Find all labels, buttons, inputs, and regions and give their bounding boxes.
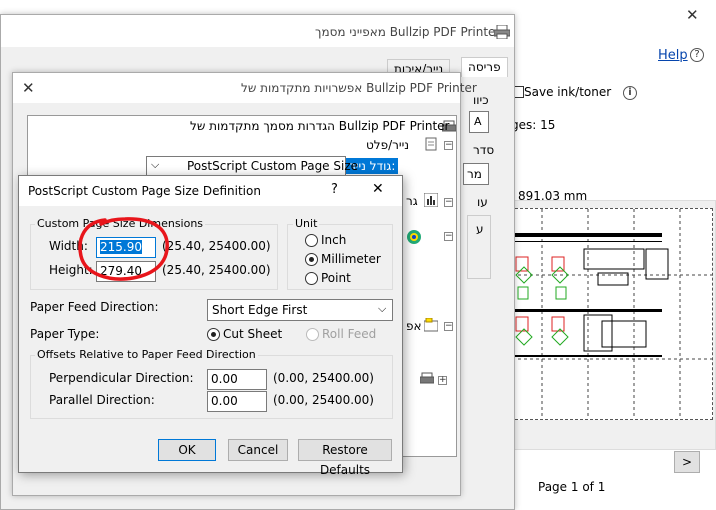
tab-layout[interactable]: פריסה <box>461 57 508 77</box>
portrait-icon: A <box>474 115 482 128</box>
postscript-custom-page-size-dialog: PostScript Custom Page Size Definition ?… <box>18 175 403 477</box>
printer-features-icon <box>420 372 434 384</box>
offsets-group-label: Offsets Relative to Paper Feed Direction <box>35 348 258 361</box>
color-icon <box>407 230 421 244</box>
info-icon[interactable]: i <box>623 86 637 100</box>
advanced-options-title: אפשרויות מתקדמות של Bullzip PDF Printer <box>241 81 477 95</box>
tree-options-label-partial[interactable]: אפ <box>406 319 422 333</box>
paper-size-value: PostScript Custom Page Size <box>187 159 359 173</box>
parallel-range: (0.00, 25400.00) <box>273 393 374 407</box>
document-properties-title: מאפייני מסמך Bullzip PDF Printer <box>315 25 501 39</box>
next-page-button[interactable]: > <box>674 451 700 473</box>
height-range: (25.40, 25400.00) <box>162 263 271 277</box>
paper-type-label: Paper Type: <box>30 327 100 341</box>
printer-icon <box>494 25 510 39</box>
background-close-icon[interactable]: ✕ <box>686 6 699 24</box>
width-range: (25.40, 25400.00) <box>162 239 271 253</box>
dialog-close-icon[interactable]: ✕ <box>372 181 384 197</box>
paper-type-roll-feed-radio[interactable] <box>306 328 319 341</box>
perpendicular-value: 0.00 <box>211 372 238 386</box>
save-ink-label: Save ink/toner <box>524 85 612 99</box>
document-properties-titlebar: מאפייני מסמך Bullzip PDF Printer <box>1 15 514 47</box>
unit-group-label: Unit <box>293 217 320 230</box>
unit-inch-radio[interactable] <box>305 234 318 247</box>
cancel-button[interactable]: Cancel <box>228 439 288 461</box>
unit-inch-label: Inch <box>321 233 347 247</box>
tree-collapse-icon[interactable]: − <box>444 322 453 331</box>
unit-point-radio[interactable] <box>305 272 318 285</box>
chevron-down-icon: ⌵ <box>378 302 387 315</box>
paper-size-select[interactable]: ⌵ PostScript Custom Page Size <box>146 156 358 176</box>
pages-per-sheet-group: ע <box>467 215 491 279</box>
feed-direction-value: Short Edge First <box>212 303 308 317</box>
paper-type-cut-sheet-radio[interactable] <box>207 328 220 341</box>
help-question-icon[interactable]: ? <box>331 182 338 197</box>
ok-button[interactable]: OK <box>158 439 216 461</box>
advanced-options-titlebar: ✕ אפשרויות מתקדמות של Bullzip PDF Printe… <box>13 73 477 103</box>
preview-drawing <box>506 209 712 419</box>
help-link[interactable]: Help <box>658 48 688 63</box>
chevron-down-icon: ⌵ <box>151 158 160 171</box>
tree-collapse-icon[interactable]: − <box>444 198 453 207</box>
order-select-value: מר <box>467 167 482 181</box>
tree-collapse-icon[interactable]: − <box>444 141 453 150</box>
orientation-label-partial: כיוו <box>473 93 489 107</box>
parallel-label: Parallel Direction: <box>49 393 155 407</box>
pages-per-sheet-value: ע <box>476 222 484 236</box>
question-circle-icon[interactable]: ? <box>690 48 704 62</box>
perpendicular-input[interactable]: 0.00 <box>207 369 267 390</box>
paper-type-cut-sheet-label: Cut Sheet <box>223 327 283 341</box>
annotation-circle <box>78 217 169 281</box>
page-preview <box>505 208 713 420</box>
unit-millimeter-label: Millimeter <box>321 252 381 266</box>
pages-label: ges: 15 <box>511 118 556 132</box>
unit-point-label: Point <box>321 271 351 285</box>
tree-graphics-label-partial[interactable]: גר <box>406 194 418 208</box>
restore-defaults-button[interactable]: Restore Defaults <box>298 439 392 477</box>
unit-millimeter-radio[interactable] <box>305 253 318 266</box>
parallel-input[interactable]: 0.00 <box>207 391 267 412</box>
advanced-close-icon[interactable]: ✕ <box>22 79 35 97</box>
feed-direction-label: Paper Feed Direction: <box>30 300 159 314</box>
paper-output-icon <box>425 137 437 151</box>
tree-expand-icon[interactable]: + <box>438 376 447 385</box>
tree-paper-output-label[interactable]: נייר/פלט <box>366 138 409 152</box>
graphics-icon <box>424 193 438 207</box>
dialog-title: PostScript Custom Page Size Definition <box>28 184 261 198</box>
page-indicator: Page 1 of 1 <box>538 480 606 494</box>
order-label-partial: סדר <box>473 143 495 157</box>
document-options-icon <box>424 318 438 332</box>
tree-collapse-icon[interactable]: − <box>444 232 453 241</box>
orientation-preview: A <box>469 111 489 133</box>
perpendicular-label: Perpendicular Direction: <box>49 371 194 385</box>
feed-direction-select[interactable]: Short Edge First ⌵ <box>207 299 393 321</box>
dialog-titlebar: PostScript Custom Page Size Definition ?… <box>19 176 402 206</box>
pages-per-sheet-label-partial: עו <box>477 195 488 209</box>
perpendicular-range: (0.00, 25400.00) <box>273 371 374 385</box>
paper-type-roll-feed-label: Roll Feed <box>322 327 377 341</box>
order-select-partial[interactable]: מר <box>463 163 489 185</box>
tree-root-label[interactable]: הגדרות מסמך מתקדמות של Bullzip PDF Print… <box>190 119 449 133</box>
parallel-value: 0.00 <box>211 394 238 408</box>
